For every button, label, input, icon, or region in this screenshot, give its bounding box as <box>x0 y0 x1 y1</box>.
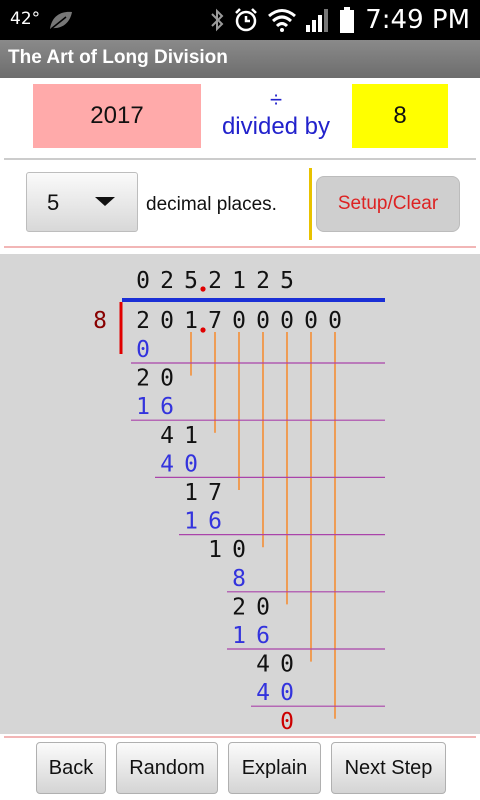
quotient-digit: 0 <box>136 268 150 294</box>
remainder-value: 0 <box>280 652 294 678</box>
divided-by-text: divided by <box>221 113 331 140</box>
divider <box>4 246 476 248</box>
subtract-value: 1 <box>232 623 246 649</box>
app-title: The Art of Long Division <box>8 47 228 68</box>
divisor-field[interactable]: 8 <box>352 84 448 148</box>
subtract-value: 0 <box>280 680 294 706</box>
dividend-digit: 0 <box>160 308 174 334</box>
signal-icon <box>306 9 328 32</box>
back-button[interactable]: Back <box>36 742 106 794</box>
dividend-field[interactable]: 2017 <box>33 84 201 148</box>
subtract-value: 6 <box>208 509 222 535</box>
remainder-value: 0 <box>256 594 270 620</box>
subtract-value: 6 <box>256 623 270 649</box>
divider <box>4 736 476 738</box>
dropdown-arrow-icon <box>95 197 115 206</box>
dividend-digit: 1 <box>184 308 198 334</box>
decimal-places-value: 5 <box>47 190 60 215</box>
vertical-separator <box>309 168 312 240</box>
subtract-value: 8 <box>232 566 246 592</box>
remainder-value: 0 <box>160 366 174 392</box>
alarm-icon <box>235 8 257 32</box>
next-step-button[interactable]: Next Step <box>331 742 446 794</box>
quotient-digit: 5 <box>280 268 294 294</box>
remainder-value: 4 <box>160 423 174 449</box>
dividend-digit: 0 <box>280 308 294 334</box>
remainder-value: 7 <box>208 480 222 506</box>
decimal-places-label: decimal places. <box>146 194 277 215</box>
dividend-digit: 0 <box>232 308 246 334</box>
decimal-places-spinner[interactable]: 5 <box>26 172 138 232</box>
quotient-digit: 2 <box>160 268 174 294</box>
random-button[interactable]: Random <box>116 742 218 794</box>
divide-label: ÷ divided by <box>200 88 352 142</box>
subtract-value: 0 <box>184 451 198 477</box>
clock: 7:49 PM <box>365 5 470 35</box>
long-division-diagram: 0 2 5 2 1 2 58 2 0 1 7 0 0 0 0 002 01 64 14 01 71 61 082 01 64 04… <box>93 268 385 734</box>
subtract-value: 6 <box>160 394 174 420</box>
bluetooth-icon <box>211 8 224 32</box>
remainder-value: 1 <box>184 480 198 506</box>
subtract-value: 4 <box>256 680 270 706</box>
leaf-icon <box>50 11 72 30</box>
dividend-digit: 0 <box>304 308 318 334</box>
remainder-value: 1 <box>208 537 222 563</box>
remainder-value: 4 <box>256 652 270 678</box>
battery-icon <box>340 7 354 33</box>
dividend-digit: 7 <box>208 308 222 334</box>
remainder-value: 1 <box>184 423 198 449</box>
subtract-value: 4 <box>160 451 174 477</box>
remainder-value: 2 <box>232 594 246 620</box>
dividend-decimal-point <box>200 327 206 333</box>
dividend-digit: 2 <box>136 308 150 334</box>
explain-button[interactable]: Explain <box>228 742 321 794</box>
subtract-value: 1 <box>184 509 198 535</box>
divider <box>4 158 476 160</box>
remainder-value: 2 <box>136 366 150 392</box>
dividend-digit: 0 <box>256 308 270 334</box>
wifi-icon <box>268 9 296 32</box>
divisor-digit: 8 <box>93 308 107 334</box>
quotient-digit: 2 <box>256 268 270 294</box>
remainder-value: 0 <box>232 537 246 563</box>
subtract-value: 0 <box>136 337 150 363</box>
quotient-decimal-point <box>200 286 206 292</box>
quotient-digit: 1 <box>232 268 246 294</box>
app-title-bar: The Art of Long Division <box>0 40 480 78</box>
subtract-value: 1 <box>136 394 150 420</box>
weather-temp: 42° <box>10 9 41 29</box>
quotient-digit: 2 <box>208 268 222 294</box>
final-remainder: 0 <box>280 709 294 734</box>
status-bar: 42° 7:49 PM <box>0 0 480 40</box>
setup-clear-button[interactable]: Setup/Clear <box>316 176 460 232</box>
division-work-area: 0252125820170000002016414017161082016404… <box>0 254 480 734</box>
quotient-digit: 5 <box>184 268 198 294</box>
dividend-digit: 0 <box>328 308 342 334</box>
divide-symbol: ÷ <box>269 87 283 112</box>
